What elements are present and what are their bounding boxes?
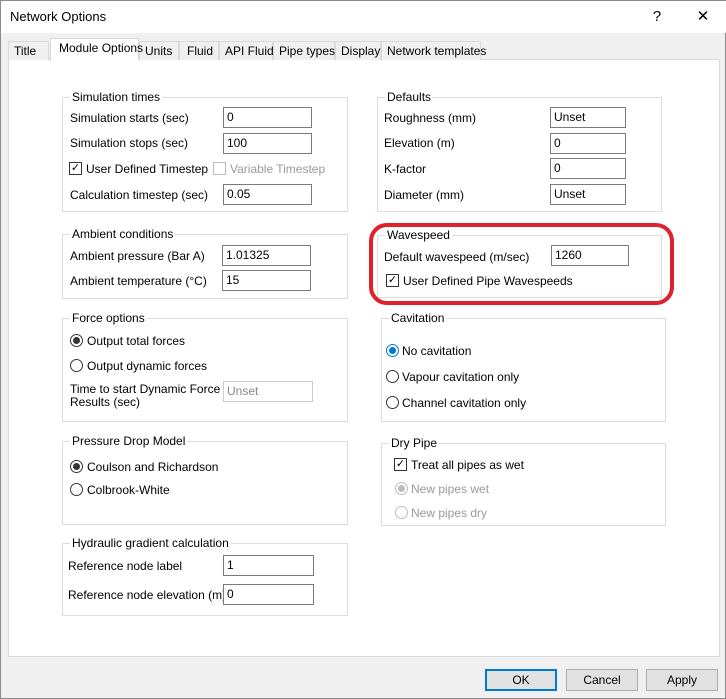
- reference-elevation-label: Reference node elevation (m): [68, 588, 227, 602]
- close-button[interactable]: ✕: [683, 5, 723, 29]
- no-cavitation-label: No cavitation: [402, 344, 472, 358]
- sim-stops-input[interactable]: 100: [223, 133, 312, 154]
- user-defined-timestep-checkbox[interactable]: ✓: [69, 162, 82, 175]
- cancel-button[interactable]: Cancel: [566, 669, 638, 691]
- sim-starts-label: Simulation starts (sec): [70, 111, 189, 125]
- diameter-input[interactable]: Unset: [550, 184, 626, 205]
- colbrook-white-label: Colbrook-White: [87, 483, 170, 497]
- tab-network-templates[interactable]: Network templates: [381, 41, 486, 60]
- treat-wet-label: Treat all pipes as wet: [411, 458, 524, 472]
- apply-button[interactable]: Apply: [646, 669, 718, 691]
- dynamic-start-label-2: Results (sec): [70, 395, 141, 409]
- reference-node-input[interactable]: 1: [223, 555, 314, 576]
- tab-api-fluid[interactable]: API Fluid: [219, 41, 274, 60]
- calc-timestep-label: Calculation timestep (sec): [70, 188, 209, 202]
- group-title: Dry Pipe: [389, 436, 440, 450]
- group-title: Simulation times: [70, 90, 163, 104]
- vapour-cavitation-radio[interactable]: [386, 370, 399, 383]
- highlight-annotation: [369, 223, 674, 305]
- coulson-richardson-label: Coulson and Richardson: [87, 460, 219, 474]
- output-total-forces-radio[interactable]: [70, 334, 83, 347]
- roughness-input[interactable]: Unset: [550, 107, 626, 128]
- no-cavitation-radio[interactable]: [386, 344, 399, 357]
- dynamic-start-label-1: Time to start Dynamic Force: [70, 382, 221, 396]
- title-bar: Network Options ? ✕: [1, 1, 726, 33]
- roughness-label: Roughness (mm): [384, 111, 477, 125]
- reference-elevation-input[interactable]: 0: [223, 584, 314, 605]
- output-dynamic-forces-radio[interactable]: [70, 359, 83, 372]
- sim-stops-label: Simulation stops (sec): [70, 136, 189, 150]
- channel-cavitation-label: Channel cavitation only: [402, 396, 527, 410]
- tab-fluid[interactable]: Fluid: [179, 41, 219, 60]
- help-button[interactable]: ?: [637, 5, 677, 29]
- sim-starts-input[interactable]: 0: [223, 107, 312, 128]
- window-title: Network Options: [10, 9, 107, 24]
- colbrook-white-radio[interactable]: [70, 483, 83, 496]
- output-dynamic-forces-label: Output dynamic forces: [87, 359, 208, 373]
- new-pipes-wet-label: New pipes wet: [411, 482, 490, 496]
- dynamic-start-input[interactable]: Unset: [223, 381, 313, 402]
- tab-module-options[interactable]: Module Options: [50, 38, 143, 61]
- coulson-richardson-radio[interactable]: [70, 460, 83, 473]
- ok-button[interactable]: OK: [485, 669, 557, 691]
- group-title: Ambient conditions: [70, 227, 176, 241]
- tab-title[interactable]: Title: [8, 41, 49, 60]
- group-title: Pressure Drop Model: [70, 434, 188, 448]
- group-title: Cavitation: [389, 311, 447, 325]
- new-pipes-dry-label: New pipes dry: [411, 506, 488, 520]
- reference-node-label: Reference node label: [68, 559, 183, 573]
- variable-timestep-label: Variable Timestep: [230, 162, 326, 176]
- user-defined-timestep-label: User Defined Timestep: [86, 162, 209, 176]
- output-total-forces-label: Output total forces: [87, 334, 186, 348]
- kfactor-input[interactable]: 0: [550, 158, 626, 179]
- ambient-pressure-label: Ambient pressure (Bar A): [70, 249, 205, 263]
- kfactor-label: K-factor: [384, 162, 427, 176]
- group-title: Defaults: [385, 90, 434, 104]
- treat-wet-checkbox[interactable]: ✓: [394, 458, 407, 471]
- hydraulic-gradient-group: Hydraulic gradient calculation: [62, 536, 348, 616]
- elevation-input[interactable]: 0: [550, 133, 626, 154]
- elevation-label: Elevation (m): [384, 136, 455, 150]
- diameter-label: Diameter (mm): [384, 188, 464, 202]
- variable-timestep-checkbox[interactable]: [213, 162, 226, 175]
- ambient-pressure-input[interactable]: 1.01325: [222, 245, 311, 266]
- channel-cavitation-radio[interactable]: [386, 396, 399, 409]
- new-pipes-wet-radio[interactable]: [395, 482, 408, 495]
- tab-units[interactable]: Units: [139, 41, 179, 60]
- new-pipes-dry-radio[interactable]: [395, 506, 408, 519]
- ambient-temp-input[interactable]: 15: [222, 270, 311, 291]
- group-title: Hydraulic gradient calculation: [70, 536, 231, 550]
- vapour-cavitation-label: Vapour cavitation only: [402, 370, 520, 384]
- tab-display[interactable]: Display: [335, 41, 381, 60]
- tab-pipe-types[interactable]: Pipe types: [273, 41, 335, 60]
- calc-timestep-input[interactable]: 0.05: [223, 184, 312, 205]
- group-title: Force options: [70, 311, 147, 325]
- ambient-temp-label: Ambient temperature (°C): [70, 274, 207, 288]
